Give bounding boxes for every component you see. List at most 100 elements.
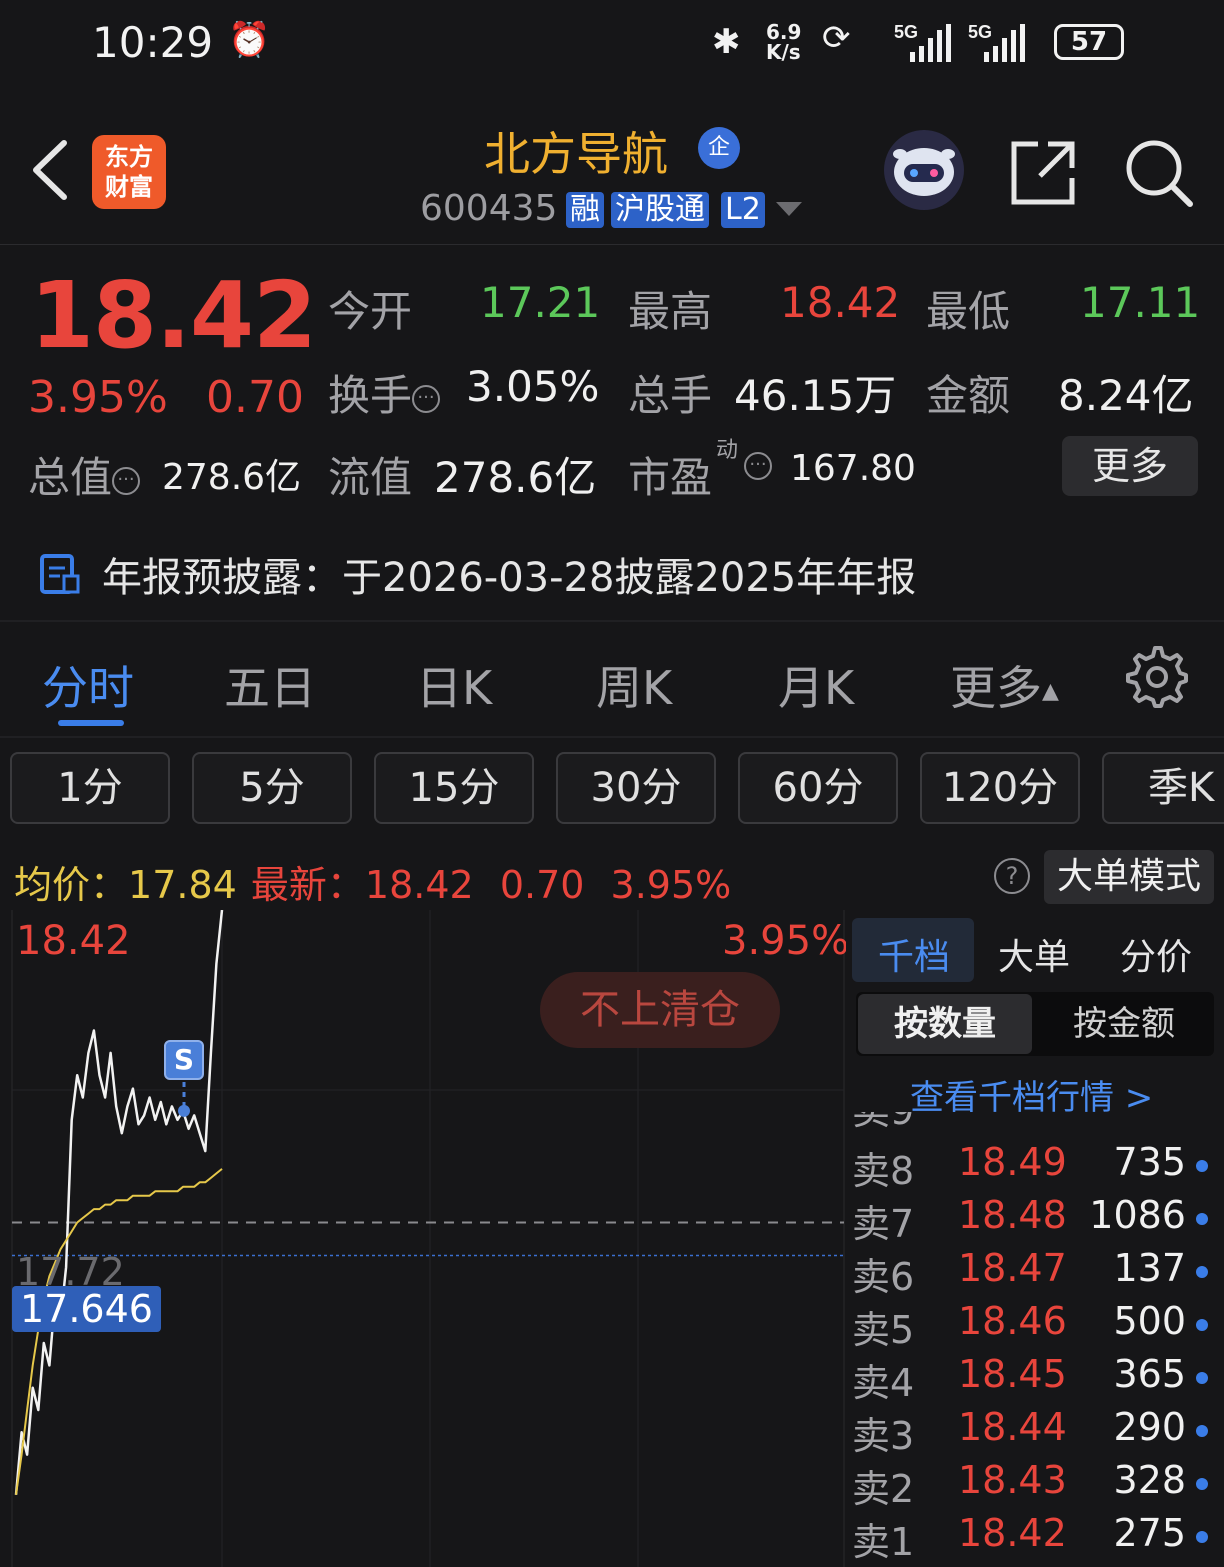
period-30min[interactable]: 30分	[556, 752, 716, 824]
ob-level-label: 卖6	[852, 1255, 915, 1299]
high-value: 18.42	[780, 278, 901, 327]
logo-line2: 财富	[105, 173, 153, 201]
notice-divider	[0, 620, 1224, 622]
turnover-label: 换手 ···	[328, 362, 441, 423]
document-icon	[40, 554, 80, 594]
pe-superscript: 动	[716, 438, 739, 463]
ob-level-dot-icon	[1196, 1266, 1208, 1278]
ob-level-dot-icon	[1196, 1160, 1208, 1172]
settings-gear-icon[interactable]	[1126, 646, 1188, 708]
tab-weekly-k[interactable]: 周K	[596, 652, 672, 718]
hotspot-icon: ⟳	[822, 18, 851, 58]
float-value: 278.6亿	[434, 453, 597, 502]
ob-level-dot-icon	[1196, 1319, 1208, 1331]
ob-level-label: 卖4	[852, 1361, 915, 1405]
order-book-row[interactable]: 卖8 18.49 735	[852, 1140, 1224, 1193]
ob-level-volume: 328	[1113, 1458, 1186, 1502]
mktcap-info-icon[interactable]: ···	[112, 466, 141, 495]
ob-subtab-by-quantity[interactable]: 按数量	[858, 994, 1032, 1054]
ob-level-dot-icon	[1196, 1531, 1208, 1543]
signal-5g-1-icon: 5G	[894, 22, 951, 62]
battery-level: 57	[1070, 27, 1108, 57]
order-book-row[interactable]: 卖2 18.43 328	[852, 1458, 1224, 1511]
order-book-row[interactable]: 卖4 18.45 365	[852, 1352, 1224, 1405]
tab-more[interactable]: 更多▲	[950, 652, 1059, 718]
status-bar: 10:29 ⏰ ✱ 6.9 K/s ⟳ 5G 5G 57	[0, 0, 1224, 90]
ai-assistant-icon[interactable]	[884, 130, 964, 210]
bluetooth-icon: ✱	[712, 22, 741, 62]
enterprise-badge: 企	[698, 127, 740, 169]
stamp-badge[interactable]: 不上清仓	[540, 972, 780, 1048]
more-button[interactable]: 更多	[1062, 436, 1198, 496]
latest-change: 0.70	[499, 863, 585, 907]
sell-signal-marker[interactable]: S	[164, 1040, 204, 1080]
ob-level-price: 18.42	[958, 1511, 1067, 1555]
ob-tab-big-order[interactable]: 大单	[998, 928, 1070, 980]
share-icon[interactable]	[1008, 138, 1080, 208]
ob-subtab-by-amount[interactable]: 按金额	[1036, 994, 1212, 1054]
search-icon[interactable]	[1122, 136, 1194, 208]
avg-label: 均价：	[14, 863, 129, 907]
tab-daily-k[interactable]: 日K	[416, 652, 492, 718]
tab-monthly-k[interactable]: 月K	[778, 652, 854, 718]
latest-label: 最新：	[250, 863, 365, 907]
pe-info-icon[interactable]: ···	[744, 452, 772, 480]
chart-top-pct: 3.95%	[722, 918, 850, 964]
tab-five-day[interactable]: 五日	[224, 652, 316, 718]
ob-level-price: 18.47	[958, 1246, 1067, 1290]
order-book-row[interactable]: 卖1 18.42 275	[852, 1511, 1224, 1564]
app-logo[interactable]: 东方 财富	[92, 135, 166, 209]
ob-level-volume: 290	[1113, 1405, 1186, 1449]
ob-clipped-label: 卖9	[852, 1112, 914, 1130]
chart-top-price: 18.42	[16, 918, 131, 964]
svg-text:5G: 5G	[894, 22, 918, 42]
order-book-row[interactable]: 卖5 18.46 500	[852, 1299, 1224, 1352]
volume-value: 46.15万	[734, 371, 897, 420]
tag-margin: 融	[566, 192, 604, 228]
ob-level-price: 18.44	[958, 1405, 1067, 1449]
ob-level-dot-icon	[1196, 1425, 1208, 1437]
period-15min[interactable]: 15分	[374, 752, 534, 824]
active-tab-indicator	[58, 720, 124, 726]
back-icon[interactable]	[26, 135, 86, 205]
cursor-price-label: 17.646	[12, 1286, 161, 1332]
header-divider	[0, 244, 1224, 245]
tab-intraday[interactable]: 分时	[42, 652, 134, 718]
period-1min[interactable]: 1分	[10, 752, 170, 824]
dropdown-arrow-icon[interactable]	[776, 200, 802, 218]
ob-level-price: 18.46	[958, 1299, 1067, 1343]
period-120min[interactable]: 120分	[920, 752, 1080, 824]
annual-report-notice[interactable]: 年报预披露：于2026-03-28披露2025年年报	[38, 545, 916, 603]
period-60min[interactable]: 60分	[738, 752, 898, 824]
ob-level-dot-icon	[1196, 1478, 1208, 1490]
order-book-row[interactable]: 卖3 18.44 290	[852, 1405, 1224, 1458]
current-price: 18.42	[30, 262, 317, 369]
svg-text:5G: 5G	[968, 22, 992, 42]
period-5min[interactable]: 5分	[192, 752, 352, 824]
float-label: 流值	[328, 453, 413, 502]
period-quarterly-k[interactable]: 季K	[1102, 752, 1224, 824]
ob-tab-thousand[interactable]: 千档	[878, 928, 950, 980]
ob-level-price: 18.43	[958, 1458, 1067, 1502]
ob-level-price: 18.48	[958, 1193, 1067, 1237]
volume-label: 总手	[628, 371, 713, 420]
ob-tab-price-dist[interactable]: 分价	[1120, 928, 1192, 980]
ob-level-label: 卖1	[852, 1520, 915, 1564]
ob-level-price: 18.49	[958, 1140, 1067, 1184]
order-book-row[interactable]: 卖7 18.48 1086	[852, 1193, 1224, 1246]
help-icon[interactable]: ?	[994, 858, 1030, 894]
order-book-row[interactable]: 卖6 18.47 137	[852, 1246, 1224, 1299]
turnover-info-icon[interactable]: ···	[412, 384, 441, 413]
low-value: 17.11	[1080, 278, 1201, 327]
big-order-mode-button[interactable]: 大单模式	[1044, 850, 1214, 904]
open-label: 今开	[328, 287, 413, 336]
stock-name[interactable]: 北方导航	[484, 118, 668, 184]
price-info-line: 均价：17.84 最新：18.42 0.70 3.95%	[14, 854, 731, 909]
alarm-icon: ⏰	[228, 20, 271, 60]
latest-pct: 3.95%	[610, 863, 732, 907]
turnover-value: 3.05%	[466, 362, 600, 411]
ob-level-volume: 1086	[1089, 1193, 1186, 1237]
amount-value: 8.24亿	[1058, 371, 1194, 420]
tag-connect: 沪股通	[611, 192, 709, 228]
ob-level-volume: 137	[1113, 1246, 1186, 1290]
